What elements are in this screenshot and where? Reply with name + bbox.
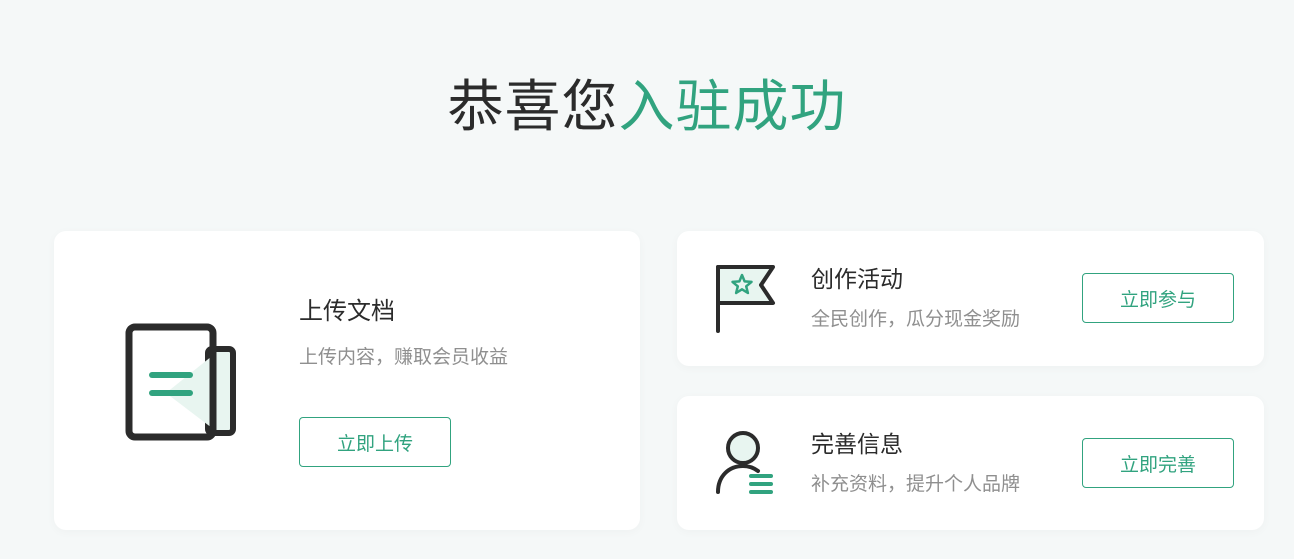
activity-card-subtitle: 全民创作，瓜分现金奖励 [811,308,1021,330]
flag-star-icon [716,265,775,333]
activity-card: 创作活动 全民创作，瓜分现金奖励 立即参与 [677,231,1264,366]
activity-card-title: 创作活动 [811,267,903,293]
complete-now-button[interactable]: 立即完善 [1082,438,1234,488]
upload-card-subtitle: 上传内容，赚取会员收益 [299,346,509,368]
profile-card: 完善信息 补充资料，提升个人品牌 立即完善 [677,396,1264,530]
title-prefix: 恭喜您 [447,75,619,140]
title-highlight: 入驻成功 [618,75,847,140]
upload-card-title: 上传文档 [299,297,395,325]
document-upload-icon [125,323,236,441]
user-profile-icon [716,431,773,494]
join-now-button[interactable]: 立即参与 [1082,273,1234,323]
profile-card-subtitle: 补充资料，提升个人品牌 [811,473,1021,495]
profile-card-title: 完善信息 [811,432,903,458]
upload-card: 上传文档 上传内容，赚取会员收益 立即上传 [54,231,640,530]
page-title: 恭喜您入驻成功 [0,72,1294,144]
upload-now-button[interactable]: 立即上传 [299,417,451,467]
